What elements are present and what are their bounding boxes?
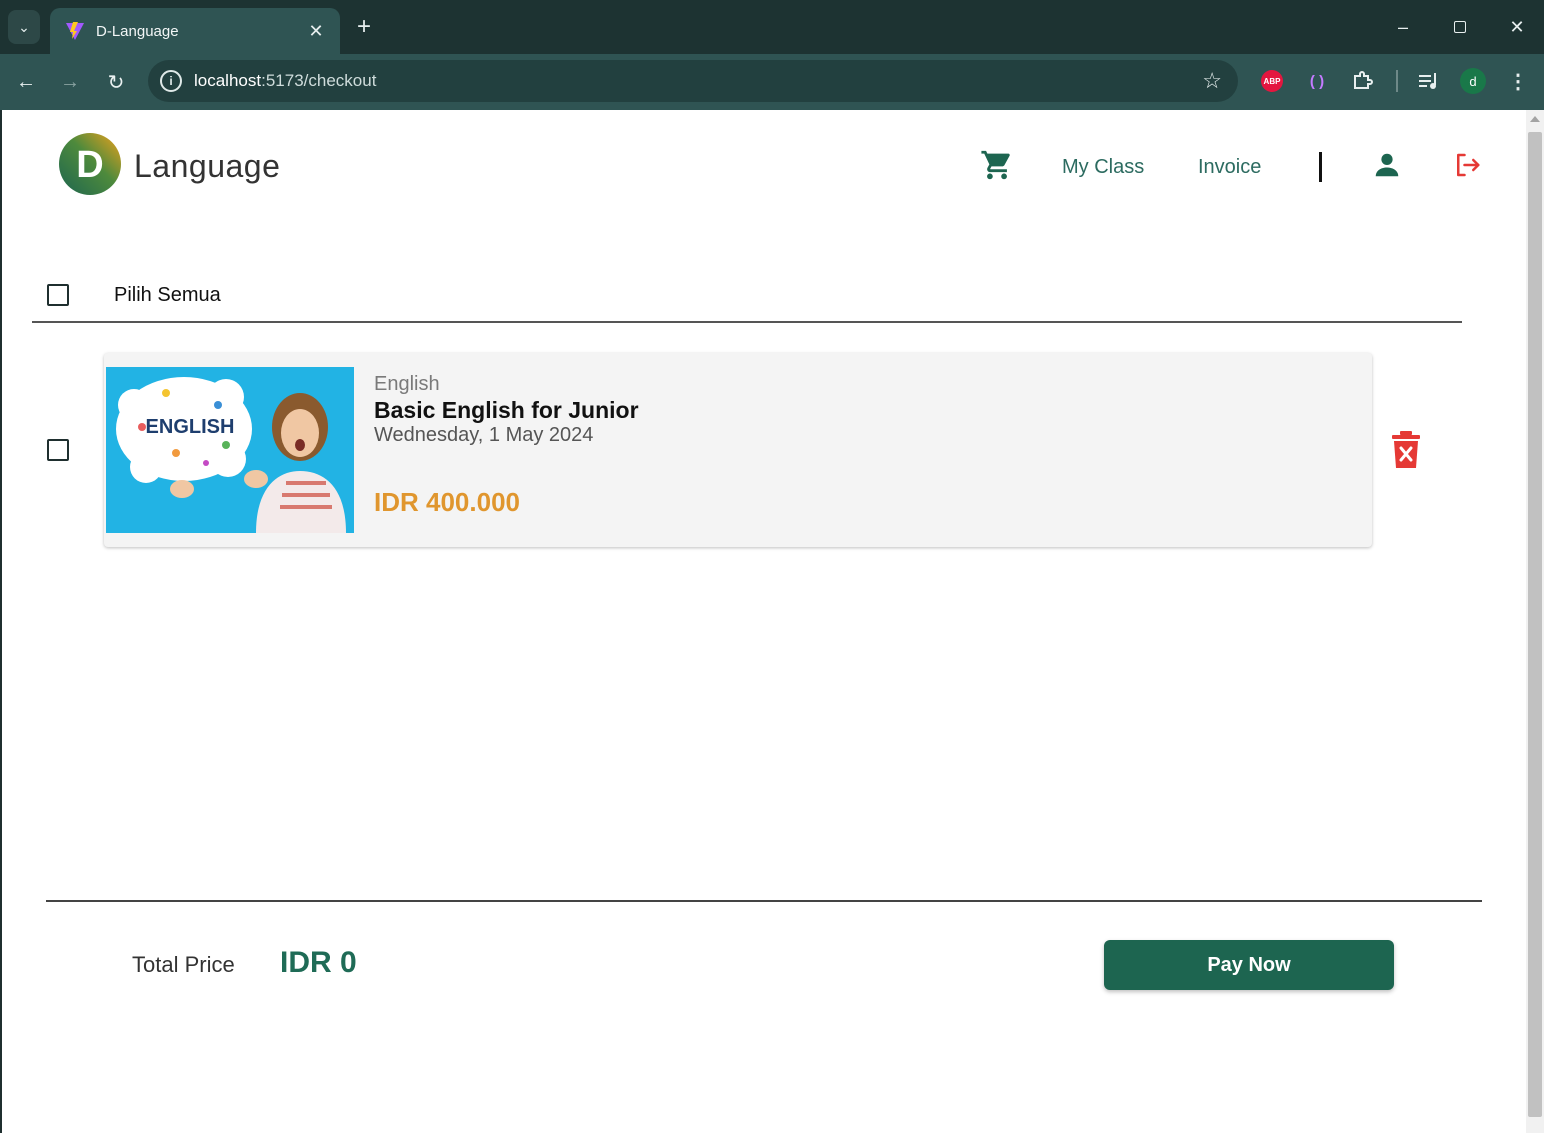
browser-menu-kebab-icon[interactable]: ⋮ — [1505, 68, 1531, 94]
tab-close-icon[interactable]: ✕ — [306, 21, 326, 42]
nav-divider — [1319, 152, 1322, 182]
new-tab-plus-icon[interactable]: + — [350, 12, 378, 42]
toolbar-divider — [1396, 70, 1398, 92]
forward-arrow-icon[interactable]: → — [54, 66, 86, 98]
media-queue-icon[interactable] — [1416, 68, 1442, 94]
tab-title: D-Language — [96, 22, 179, 40]
scroll-thumb[interactable] — [1528, 132, 1542, 1117]
extensions-puzzle-icon[interactable] — [1349, 68, 1375, 94]
svg-text:ENGLISH: ENGLISH — [146, 416, 235, 438]
window-maximize-icon[interactable] — [1445, 12, 1475, 42]
page-scrollbar[interactable] — [1526, 110, 1544, 1133]
course-title: Basic English for Junior — [374, 397, 639, 423]
nav-invoice-link[interactable]: Invoice — [1198, 156, 1261, 179]
course-thumbnail: ENGLISH — [106, 367, 354, 533]
bookmark-star-icon[interactable]: ☆ — [1202, 68, 1222, 94]
reload-icon[interactable]: ↻ — [100, 66, 132, 98]
browser-tab-bar: ⌄ D-Language ✕ + – ✕ — [0, 0, 1544, 54]
delete-item-trash-icon[interactable] — [1390, 430, 1422, 470]
window-minimize-icon[interactable]: – — [1388, 12, 1418, 42]
user-profile-icon[interactable] — [1372, 150, 1402, 180]
divider-top — [32, 321, 1462, 323]
select-all-label[interactable]: Pilih Semua — [114, 284, 221, 307]
profile-avatar[interactable]: d — [1460, 68, 1486, 94]
select-all-checkbox[interactable] — [47, 284, 69, 306]
tab-search-chevron-icon[interactable]: ⌄ — [8, 10, 40, 44]
browser-toolbar: ← → ↻ i localhost:5173/checkout ☆ ABP ( … — [0, 54, 1544, 110]
brand-logo-icon[interactable]: D — [58, 132, 122, 196]
nav-my-class-link[interactable]: My Class — [1062, 156, 1144, 179]
pay-now-button[interactable]: Pay Now — [1104, 940, 1394, 990]
address-bar[interactable]: i localhost:5173/checkout ☆ — [148, 60, 1238, 102]
total-price-label: Total Price — [132, 952, 235, 977]
course-price: IDR 400.000 — [374, 487, 520, 517]
cart-icon[interactable] — [980, 148, 1014, 182]
course-date: Wednesday, 1 May 2024 — [374, 424, 594, 446]
item-checkbox[interactable] — [47, 439, 69, 461]
logout-icon[interactable] — [1452, 150, 1482, 180]
svg-text:D: D — [76, 144, 103, 186]
brand-name[interactable]: Language — [134, 148, 280, 185]
page-viewport: D Language My Class Invoice Pilih Semua — [2, 110, 1526, 1133]
devtools-extension-icon[interactable]: ( ) — [1304, 68, 1330, 94]
adblock-extension-icon[interactable]: ABP — [1259, 68, 1285, 94]
cart-item-card: ENGLISH English Basic English for Junior… — [104, 353, 1372, 547]
site-info-icon[interactable]: i — [160, 70, 182, 92]
vite-favicon-icon — [64, 20, 86, 42]
divider-bottom — [46, 900, 1482, 902]
total-price-value: IDR 0 — [280, 946, 357, 979]
browser-tab[interactable]: D-Language ✕ — [50, 8, 340, 54]
address-url[interactable]: localhost:5173/checkout — [194, 71, 376, 91]
course-category: English — [374, 373, 440, 395]
scroll-up-arrow-icon[interactable] — [1530, 116, 1540, 122]
window-close-icon[interactable]: ✕ — [1502, 12, 1532, 42]
back-arrow-icon[interactable]: ← — [10, 66, 42, 98]
